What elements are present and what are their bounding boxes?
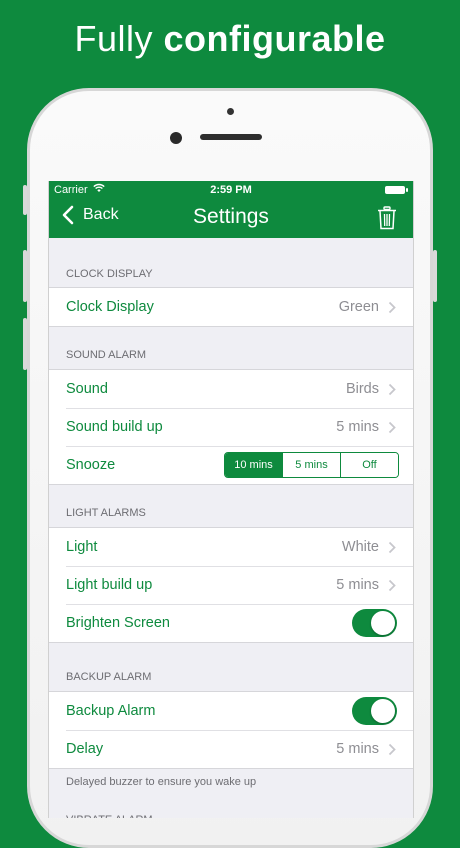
headline-light: Fully bbox=[74, 18, 163, 59]
toggle-knob bbox=[371, 611, 395, 635]
row-label: Delay bbox=[66, 741, 103, 757]
phone-power-button bbox=[433, 250, 437, 302]
row-delay[interactable]: Delay 5 mins bbox=[49, 730, 413, 768]
row-label: Sound bbox=[66, 381, 108, 397]
row-value: Green bbox=[339, 299, 379, 315]
snooze-option-5-mins[interactable]: 5 mins bbox=[282, 453, 340, 477]
promo-headline: Fully configurable bbox=[0, 18, 460, 60]
row-label: Light build up bbox=[66, 577, 152, 593]
toggle-knob bbox=[371, 699, 395, 723]
backup-alarm-footer-note: Delayed buzzer to ensure you wake up bbox=[49, 769, 413, 796]
settings-list: CLOCK DISPLAY Clock Display Green SOUND … bbox=[49, 238, 413, 818]
section-header-vibrate-alarm: VIBRATE ALARM bbox=[49, 796, 413, 818]
chevron-right-icon bbox=[388, 301, 396, 314]
snooze-segmented-control: 10 mins 5 mins Off bbox=[224, 452, 399, 478]
snooze-option-10-mins[interactable]: 10 mins bbox=[225, 453, 282, 477]
row-label: Light bbox=[66, 539, 97, 555]
battery-icon bbox=[385, 186, 405, 194]
row-clock-display[interactable]: Clock Display Green bbox=[49, 288, 413, 326]
chevron-right-icon bbox=[388, 541, 396, 554]
row-value: White bbox=[342, 539, 379, 555]
row-label: Clock Display bbox=[66, 299, 154, 315]
group-backup-alarm: Backup Alarm Delay 5 mins bbox=[49, 691, 413, 769]
row-label: Brighten Screen bbox=[66, 615, 170, 631]
phone-screen: Carrier 2:59 PM Back Settings CLOC bbox=[48, 181, 414, 818]
row-label: Backup Alarm bbox=[66, 703, 155, 719]
row-backup-alarm: Backup Alarm bbox=[49, 692, 413, 730]
phone-volume-down bbox=[23, 318, 27, 370]
backup-alarm-toggle[interactable] bbox=[352, 697, 397, 725]
section-header-clock-display: CLOCK DISPLAY bbox=[49, 238, 413, 287]
status-time: 2:59 PM bbox=[49, 184, 413, 196]
row-label: Snooze bbox=[66, 457, 115, 473]
navigation-bar: Carrier 2:59 PM Back Settings bbox=[49, 181, 413, 238]
section-header-backup-alarm: BACKUP ALARM bbox=[49, 643, 413, 691]
snooze-option-off[interactable]: Off bbox=[340, 453, 398, 477]
row-value: 5 mins bbox=[336, 419, 379, 435]
row-brighten-screen: Brighten Screen bbox=[49, 604, 413, 642]
row-snooze: Snooze 10 mins 5 mins Off bbox=[49, 446, 413, 484]
row-value: 5 mins bbox=[336, 741, 379, 757]
row-sound-build-up[interactable]: Sound build up 5 mins bbox=[49, 408, 413, 446]
trash-icon[interactable] bbox=[377, 206, 397, 230]
phone-speaker bbox=[200, 134, 262, 140]
row-label: Sound build up bbox=[66, 419, 163, 435]
status-bar: Carrier 2:59 PM bbox=[49, 183, 413, 197]
section-header-light-alarms: LIGHT ALARMS bbox=[49, 485, 413, 527]
brighten-screen-toggle[interactable] bbox=[352, 609, 397, 637]
section-header-sound-alarm: SOUND ALARM bbox=[49, 327, 413, 369]
page-title: Settings bbox=[49, 205, 413, 229]
chevron-right-icon bbox=[388, 743, 396, 756]
phone-camera bbox=[170, 132, 182, 144]
headline-bold: configurable bbox=[163, 18, 385, 59]
chevron-right-icon bbox=[388, 579, 396, 592]
row-sound[interactable]: Sound Birds bbox=[49, 370, 413, 408]
phone-mute-switch bbox=[23, 185, 27, 215]
row-value: 5 mins bbox=[336, 577, 379, 593]
chevron-right-icon bbox=[388, 383, 396, 396]
row-value: Birds bbox=[346, 381, 379, 397]
group-light-alarms: Light White Light build up 5 mins Bright… bbox=[49, 527, 413, 643]
chevron-right-icon bbox=[388, 421, 396, 434]
row-light[interactable]: Light White bbox=[49, 528, 413, 566]
row-light-build-up[interactable]: Light build up 5 mins bbox=[49, 566, 413, 604]
phone-volume-up bbox=[23, 250, 27, 302]
group-clock-display: Clock Display Green bbox=[49, 287, 413, 327]
phone-sensor bbox=[227, 108, 234, 115]
group-sound-alarm: Sound Birds Sound build up 5 mins Snooze… bbox=[49, 369, 413, 485]
